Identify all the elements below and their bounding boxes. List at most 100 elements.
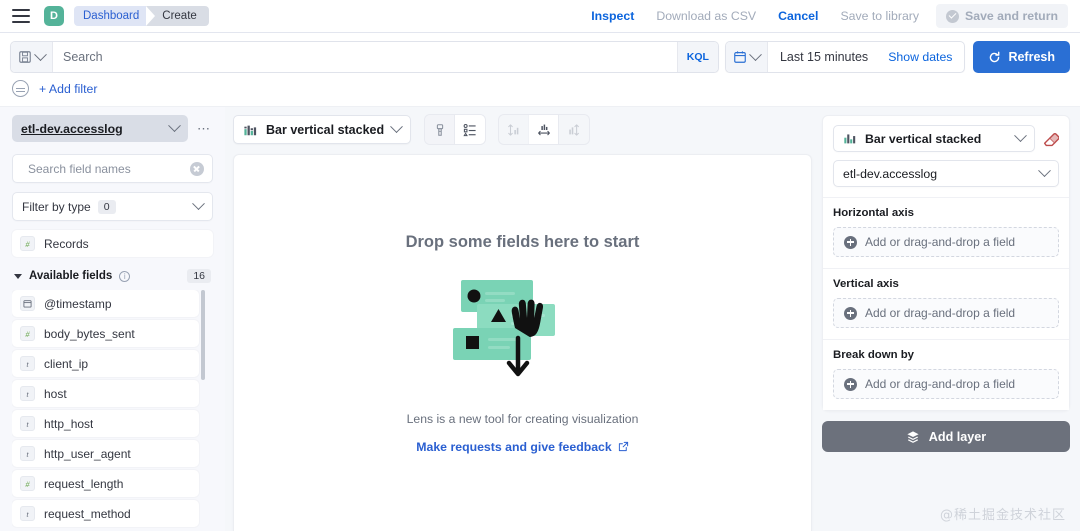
layer-header: Bar vertical stacked etl-dev.accesslog — [823, 116, 1069, 197]
cancel-button[interactable]: Cancel — [767, 1, 829, 31]
chart-settings-button[interactable] — [425, 115, 456, 144]
config-data-source-selector[interactable]: etl-dev.accesslog — [833, 160, 1059, 187]
calendar-icon — [20, 296, 35, 311]
config-section: Vertical axis Add or drag-and-drop a fiel… — [823, 268, 1069, 339]
number-type-icon: # — [20, 326, 35, 341]
search-input[interactable] — [53, 42, 677, 72]
breadcrumb: Dashboard Create — [74, 6, 209, 26]
fields-scrollbar-track[interactable] — [201, 290, 209, 531]
brush-settings-icon — [436, 123, 443, 136]
filter-by-type-dropdown[interactable]: Filter by type 0 — [12, 192, 213, 221]
date-range-value[interactable]: Last 15 minutes — [768, 42, 880, 72]
add-filter-button[interactable]: + Add filter — [39, 82, 97, 96]
inspect-button[interactable]: Inspect — [580, 1, 645, 31]
drop-title: Drop some fields here to start — [405, 232, 640, 251]
config-section-title: Break down by — [833, 349, 915, 361]
available-fields-header[interactable]: Available fields i 16 — [12, 260, 213, 290]
field-label: http_user_agent — [44, 446, 131, 461]
field-item-records[interactable]: # Records — [12, 230, 213, 257]
field-label: host — [44, 386, 67, 401]
chevron-down-icon — [1038, 164, 1051, 178]
clear-layer-icon[interactable] — [1042, 130, 1059, 147]
floppy-save-icon — [19, 51, 31, 63]
external-link-icon — [618, 441, 628, 452]
save-to-library-button[interactable]: Save to library — [829, 1, 930, 31]
config-chart-type-selector[interactable]: Bar vertical stacked — [833, 125, 1035, 152]
axis-both-icon — [569, 123, 580, 136]
chart-orientation-group — [499, 115, 590, 144]
filter-options-icon[interactable] — [12, 80, 29, 97]
field-item[interactable]: t http_user_agent — [12, 440, 199, 467]
space-avatar[interactable]: D — [44, 6, 64, 26]
available-fields-list[interactable]: @timestamp # body_bytes_sent t client_ip t hos… — [12, 290, 213, 531]
show-dates-button[interactable]: Show dates — [880, 42, 964, 72]
refresh-label: Refresh — [1008, 50, 1055, 64]
chart-type-selector[interactable]: Bar vertical stacked — [233, 115, 412, 144]
layer-config-card: Bar vertical stacked etl-dev.accesslog H… — [822, 115, 1070, 411]
fields-scrollbar-thumb[interactable] — [201, 290, 205, 380]
field-label: body_bytes_sent — [44, 326, 135, 341]
chevron-down-icon — [34, 47, 47, 61]
data-source-selector[interactable]: etl-dev.accesslog — [12, 115, 188, 142]
breadcrumb-dashboard[interactable]: Dashboard — [74, 6, 156, 26]
save-and-return-button[interactable]: Save and return — [936, 4, 1068, 28]
info-icon[interactable]: i — [119, 270, 131, 282]
field-label: request_length — [44, 476, 124, 491]
data-source-context-menu-icon[interactable]: ⋯ — [195, 121, 213, 137]
field-item[interactable]: t host — [12, 380, 199, 407]
field-label: request_method — [44, 506, 131, 521]
menu-icon[interactable] — [12, 9, 30, 23]
add-layer-button[interactable]: Add layer — [822, 421, 1070, 452]
field-item[interactable]: # body_bytes_sent — [12, 320, 199, 347]
breadcrumb-create[interactable]: Create — [146, 6, 209, 26]
date-picker: Last 15 minutes Show dates — [724, 41, 966, 73]
field-item[interactable]: t http_host — [12, 410, 199, 437]
header-actions: Inspect Download as CSV Cancel Save to l… — [580, 1, 1068, 31]
chevron-down-icon — [390, 120, 404, 134]
calendar-icon — [734, 51, 746, 63]
field-item[interactable]: @timestamp — [12, 290, 199, 317]
config-dropzone[interactable]: Add or drag-and-drop a field — [833, 227, 1059, 257]
config-section: Break down by Add or drag-and-drop a fiel… — [823, 339, 1069, 410]
chart-settings-group — [425, 115, 486, 144]
config-section: Horizontal axis Add or drag-and-drop a fi… — [823, 197, 1069, 268]
field-label: client_ip — [44, 356, 89, 371]
field-item[interactable]: t request_method — [12, 500, 199, 527]
config-dropzone[interactable]: Add or drag-and-drop a field — [833, 369, 1059, 399]
clear-search-icon[interactable] — [190, 161, 204, 176]
chevron-down-icon — [192, 197, 205, 211]
string-type-icon: t — [20, 506, 35, 521]
records-field-wrap: # Records — [12, 230, 213, 260]
download-csv-button[interactable]: Download as CSV — [645, 1, 767, 31]
legend-options-button[interactable] — [455, 115, 486, 144]
chart-type-label: Bar vertical stacked — [266, 122, 385, 137]
app-header: D Dashboard Create Inspect Download as C… — [0, 0, 1080, 33]
number-type-icon: # — [20, 236, 35, 251]
saved-query-button[interactable] — [11, 42, 53, 72]
refresh-button[interactable]: Refresh — [973, 41, 1070, 73]
date-quick-select-button[interactable] — [725, 42, 768, 72]
query-bar: KQL Last 15 minutes Show dates Refresh — [0, 33, 1080, 73]
feedback-link[interactable]: Make requests and give feedback — [416, 440, 628, 454]
editor-body: etl-dev.accesslog ⋯ Filter by type 0 — [0, 107, 1080, 531]
config-panel: Bar vertical stacked etl-dev.accesslog H… — [820, 107, 1080, 531]
config-dropzone[interactable]: Add or drag-and-drop a field — [833, 298, 1059, 328]
feedback-link-label: Make requests and give feedback — [416, 439, 612, 454]
config-dropzone-label: Add or drag-and-drop a field — [865, 377, 1016, 391]
workspace-drop-area[interactable]: Drop some fields here to start Lens is a… — [233, 154, 812, 531]
field-item[interactable]: # request_length — [12, 470, 199, 497]
axis-horizontal-icon — [537, 124, 550, 135]
save-and-return-label: Save and return — [965, 9, 1058, 23]
axis-horizontal-button[interactable] — [529, 115, 560, 144]
chart-toolbar: Bar vertical stacked — [233, 115, 812, 144]
config-dropzone-label: Add or drag-and-drop a field — [865, 306, 1016, 320]
string-type-icon: t — [20, 386, 35, 401]
field-item[interactable]: t client_ip — [12, 350, 199, 377]
plus-icon — [844, 306, 857, 320]
search-field-names-input[interactable] — [28, 161, 183, 176]
lens-editor-app: D Dashboard Create Inspect Download as C… — [0, 0, 1080, 531]
query-language-badge[interactable]: KQL — [676, 42, 718, 72]
search-bar: KQL — [10, 41, 719, 73]
layers-icon — [907, 430, 919, 443]
add-layer-label: Add layer — [928, 429, 987, 444]
